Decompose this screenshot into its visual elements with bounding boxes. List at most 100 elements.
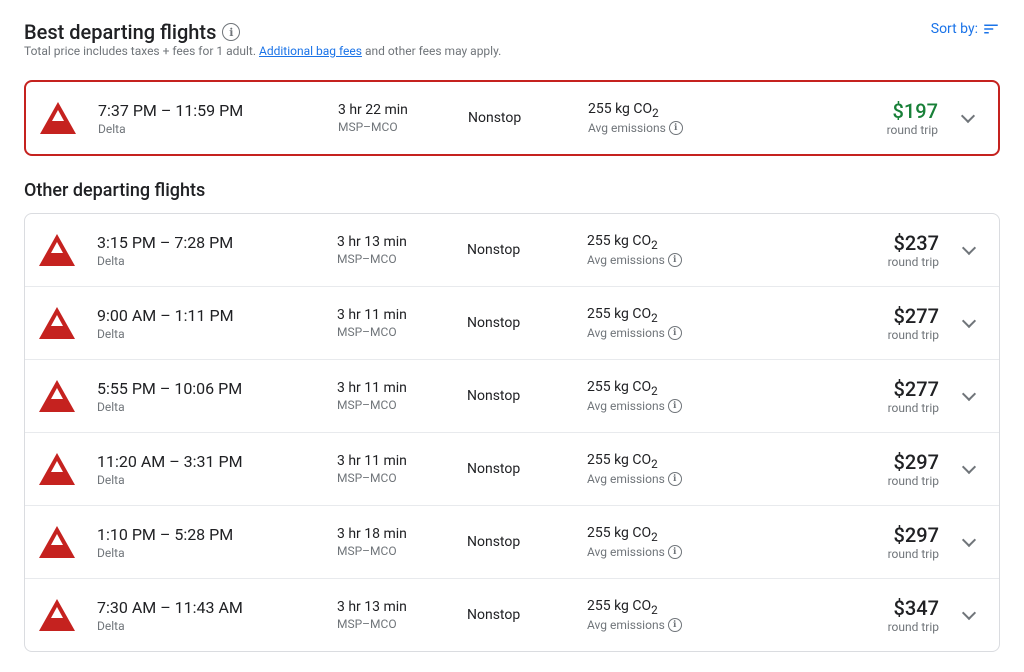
flight-row[interactable]: 7:30 AM – 11:43 AM Delta 3 hr 13 min MSP… bbox=[25, 579, 999, 651]
flight-stops-section: Nonstop bbox=[467, 242, 567, 258]
flight-price: $237 bbox=[888, 231, 939, 255]
flight-duration: 3 hr 11 min bbox=[337, 453, 447, 469]
best-flight-expand-button[interactable] bbox=[950, 100, 986, 136]
flight-avg-emissions: Avg emissions ℹ bbox=[587, 545, 747, 559]
flight-price-section: $347 round trip bbox=[888, 596, 939, 634]
flight-expand-button[interactable] bbox=[951, 305, 987, 341]
flight-time: 11:20 AM – 3:31 PM bbox=[97, 452, 317, 471]
subtitle-end: and other fees may apply. bbox=[365, 44, 501, 58]
best-flight-emissions-value: 255 kg CO2 bbox=[588, 101, 748, 120]
flight-route: MSP–MCO bbox=[337, 471, 447, 485]
flight-route: MSP–MCO bbox=[337, 252, 447, 266]
flight-duration: 3 hr 11 min bbox=[337, 307, 447, 323]
flight-expand-button[interactable] bbox=[951, 524, 987, 560]
flight-expand-button[interactable] bbox=[951, 597, 987, 633]
flight-duration-section: 3 hr 13 min MSP–MCO bbox=[337, 599, 447, 631]
emissions-info-icon[interactable]: ℹ bbox=[668, 326, 682, 340]
flight-route: MSP–MCO bbox=[337, 325, 447, 339]
flight-row[interactable]: 9:00 AM – 1:11 PM Delta 3 hr 11 min MSP–… bbox=[25, 287, 999, 360]
flight-stops-section: Nonstop bbox=[467, 388, 567, 404]
flight-row[interactable]: 3:15 PM – 7:28 PM Delta 3 hr 13 min MSP–… bbox=[25, 214, 999, 287]
page-title: Best departing flights ℹ bbox=[24, 20, 501, 44]
flight-price: $277 bbox=[888, 377, 939, 401]
emissions-info-icon[interactable]: ℹ bbox=[668, 472, 682, 486]
flight-emissions-value: 255 kg CO2 bbox=[587, 306, 747, 325]
flight-route: MSP–MCO bbox=[337, 544, 447, 558]
flight-row[interactable]: 11:20 AM – 3:31 PM Delta 3 hr 11 min MSP… bbox=[25, 433, 999, 506]
best-flight-route: MSP–MCO bbox=[338, 120, 448, 134]
other-flights-title: Other departing flights bbox=[24, 180, 1000, 201]
flight-time-section: 9:00 AM – 1:11 PM Delta bbox=[97, 306, 317, 341]
emissions-info-icon[interactable]: ℹ bbox=[668, 618, 682, 632]
flight-duration-section: 3 hr 11 min MSP–MCO bbox=[337, 307, 447, 339]
other-flights-list: 3:15 PM – 7:28 PM Delta 3 hr 13 min MSP–… bbox=[24, 213, 1000, 652]
delta-logo bbox=[39, 453, 75, 485]
flight-time: 9:00 AM – 1:11 PM bbox=[97, 306, 317, 325]
bag-fees-link[interactable]: Additional bag fees bbox=[259, 44, 362, 58]
emissions-info-icon[interactable]: ℹ bbox=[668, 253, 682, 267]
flight-avg-emissions: Avg emissions ℹ bbox=[587, 253, 747, 267]
best-flight-card[interactable]: 7:37 PM – 11:59 PM Delta 3 hr 22 min MSP… bbox=[24, 80, 1000, 156]
sort-by-button[interactable]: Sort by: bbox=[931, 20, 1000, 38]
flight-stops-section: Nonstop bbox=[467, 315, 567, 331]
flight-price-type: round trip bbox=[888, 401, 939, 415]
sort-by-label: Sort by: bbox=[931, 21, 978, 37]
flight-price: $347 bbox=[888, 596, 939, 620]
flight-duration: 3 hr 13 min bbox=[337, 234, 447, 250]
emissions-info-icon[interactable]: ℹ bbox=[668, 399, 682, 413]
flight-avg-emissions: Avg emissions ℹ bbox=[587, 618, 747, 632]
chevron-down-icon bbox=[961, 109, 975, 123]
flight-price-section: $277 round trip bbox=[888, 304, 939, 342]
delta-logo bbox=[39, 526, 75, 558]
flight-avg-emissions: Avg emissions ℹ bbox=[587, 472, 747, 486]
flight-time-section: 1:10 PM – 5:28 PM Delta bbox=[97, 525, 317, 560]
flight-emissions-section: 255 kg CO2 Avg emissions ℹ bbox=[587, 306, 747, 341]
airline-logo bbox=[37, 303, 77, 343]
chevron-down-icon bbox=[962, 606, 976, 620]
flight-time: 5:55 PM – 10:06 PM bbox=[97, 379, 317, 398]
airline-logo bbox=[37, 595, 77, 635]
page-header: Best departing flights ℹ Total price inc… bbox=[24, 20, 1000, 74]
flight-expand-button[interactable] bbox=[951, 232, 987, 268]
chevron-down-icon bbox=[962, 314, 976, 328]
flight-price-type: round trip bbox=[888, 547, 939, 561]
airline-logo bbox=[37, 449, 77, 489]
airline-logo bbox=[37, 230, 77, 270]
flight-airline: Delta bbox=[97, 619, 317, 633]
delta-logo bbox=[39, 380, 75, 412]
best-flight-duration: 3 hr 22 min bbox=[338, 102, 448, 118]
chevron-down-icon bbox=[962, 387, 976, 401]
flight-stops: Nonstop bbox=[467, 607, 567, 623]
best-flight-time-section: 7:37 PM – 11:59 PM Delta bbox=[98, 101, 318, 136]
flight-stops-section: Nonstop bbox=[467, 534, 567, 550]
best-flight-airline: Delta bbox=[98, 122, 318, 136]
sort-icon bbox=[982, 20, 1000, 38]
flight-stops-section: Nonstop bbox=[467, 607, 567, 623]
flight-emissions-value: 255 kg CO2 bbox=[587, 598, 747, 617]
title-text: Best departing flights bbox=[24, 20, 216, 44]
best-flight-price: $197 bbox=[887, 99, 938, 123]
flight-emissions-section: 255 kg CO2 Avg emissions ℹ bbox=[587, 598, 747, 633]
flight-route: MSP–MCO bbox=[337, 617, 447, 631]
flight-emissions-section: 255 kg CO2 Avg emissions ℹ bbox=[587, 452, 747, 487]
delta-logo bbox=[39, 307, 75, 339]
best-flight-stops: Nonstop bbox=[468, 110, 568, 126]
flight-emissions-section: 255 kg CO2 Avg emissions ℹ bbox=[587, 525, 747, 560]
flight-time: 3:15 PM – 7:28 PM bbox=[97, 233, 317, 252]
flight-row[interactable]: 5:55 PM – 10:06 PM Delta 3 hr 11 min MSP… bbox=[25, 360, 999, 433]
flight-duration-section: 3 hr 11 min MSP–MCO bbox=[337, 453, 447, 485]
flight-expand-button[interactable] bbox=[951, 451, 987, 487]
flight-stops: Nonstop bbox=[467, 534, 567, 550]
flight-row[interactable]: 1:10 PM – 5:28 PM Delta 3 hr 18 min MSP–… bbox=[25, 506, 999, 579]
delta-logo bbox=[39, 234, 75, 266]
flight-airline: Delta bbox=[97, 327, 317, 341]
flight-expand-button[interactable] bbox=[951, 378, 987, 414]
flight-airline: Delta bbox=[97, 546, 317, 560]
flight-emissions-section: 255 kg CO2 Avg emissions ℹ bbox=[587, 379, 747, 414]
flight-price-type: round trip bbox=[888, 255, 939, 269]
emissions-info-icon[interactable]: ℹ bbox=[668, 545, 682, 559]
info-icon[interactable]: ℹ bbox=[222, 23, 240, 41]
emissions-info-icon[interactable]: ℹ bbox=[669, 121, 683, 135]
flight-emissions-value: 255 kg CO2 bbox=[587, 379, 747, 398]
airline-logo bbox=[37, 522, 77, 562]
